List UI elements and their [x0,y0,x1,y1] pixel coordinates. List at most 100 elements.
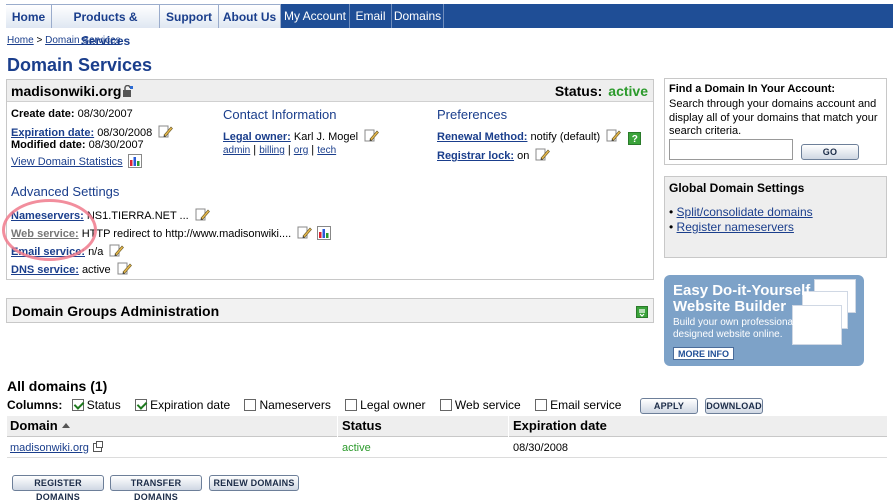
transfer-domains-button[interactable]: TRANSFER DOMAINS [110,475,202,502]
contact-admin-link[interactable]: admin [223,145,250,156]
table-row: madisonwiki.org active 08/30/2008 [7,438,887,458]
renew-domains-button[interactable]: RENEW DOMAINS [209,475,299,491]
columns-label: Columns: [7,398,63,412]
web-service-checkbox[interactable] [439,399,452,411]
promo-body-line2: designed website online. [673,329,783,340]
page-title: Domain Services [7,55,153,75]
sort-ascending-icon[interactable] [61,423,70,428]
register-domains-button[interactable]: REGISTER DOMAINS [12,475,104,502]
edit-icon[interactable] [297,225,313,240]
contact-tech-link[interactable]: tech [317,145,336,156]
expiration-date-link[interactable]: Expiration date: [11,127,94,139]
nav-tab-email[interactable]: Email [350,4,392,28]
email-service-link[interactable]: Email service: [11,246,85,258]
renewal-method-value: notify (default) [530,131,601,143]
status-checkbox[interactable] [71,399,84,411]
nav-tab-home[interactable]: Home [6,4,52,28]
domain-details-panel: madisonwiki.org Status: active Create dat… [6,79,654,280]
status-cell: active [342,442,371,454]
split-consolidate-link[interactable]: Split/consolidate domains [677,205,813,219]
find-domain-input[interactable] [669,139,793,160]
list-item: • Register nameservers [669,220,794,234]
bar-chart-icon[interactable] [127,154,142,168]
find-domain-title: Find a Domain In Your Account: [669,83,836,95]
find-domain-panel: Find a Domain In Your Account: Search th… [664,78,887,165]
domain-link[interactable]: madisonwiki.org [10,442,89,454]
nameservers-option-label: Nameservers [259,398,331,412]
edit-icon[interactable] [364,128,380,143]
promo-headline-line2: Website Builder [673,298,787,315]
nav-tab-domains[interactable]: Domains [392,4,444,28]
global-domain-settings-panel: Global Domain Settings • Split/consolida… [664,176,887,258]
list-item: • Split/consolidate domains [669,205,813,219]
domain-cell: madisonwiki.org [10,441,103,454]
legal-owner-checkbox[interactable] [345,399,358,411]
legal-owner-row: Legal owner: Karl J. Mogel [223,128,380,143]
modified-date-value: 08/30/2007 [88,139,144,151]
breadcrumb-separator: > [36,35,43,46]
legal-owner-value: Karl J. Mogel [293,131,359,143]
nav-tab-my-account[interactable]: My Account [281,4,350,28]
modified-date-label: Modified date: [11,139,86,151]
contact-links: admin | billing | org | tech [223,144,337,156]
nameservers-value: NS1.TIERRA.NET ... [86,210,189,222]
nameservers-row: Nameservers: NS1.TIERRA.NET ... [11,207,210,222]
help-icon[interactable]: ? [628,132,642,145]
modified-date-row: Modified date: 08/30/2007 [11,139,144,151]
nav-tab-about-us[interactable]: About Us [219,4,281,28]
website-builder-promo[interactable]: Easy Do-it-Yourself Website Builder Buil… [664,275,864,366]
global-settings-title: Global Domain Settings [669,181,805,195]
lock-icon [123,85,134,97]
view-stats-row: View Domain Statistics [11,154,142,168]
status-column-header[interactable]: Status [342,418,382,433]
contact-org-link[interactable]: org [294,145,308,156]
edit-icon[interactable] [606,128,622,143]
bar-chart-icon[interactable] [317,226,332,240]
expiration-date-checkbox[interactable] [135,399,148,411]
nameservers-checkbox[interactable] [244,399,257,411]
expiration-date-value: 08/30/2008 [97,127,153,139]
expiration-column-header[interactable]: Expiration date [513,418,607,433]
domain-column-header[interactable]: Domain [10,418,70,433]
edit-icon[interactable] [158,124,174,139]
edit-icon[interactable] [535,147,551,162]
edit-icon[interactable] [117,261,132,276]
apply-button[interactable]: APPLY [640,398,698,414]
breadcrumb-current-link[interactable]: Domain Services [45,35,121,46]
go-button[interactable]: GO [801,144,859,160]
advanced-settings-title: Advanced Settings [11,184,120,199]
renewal-method-row: Renewal Method: notify (default) ? [437,128,642,145]
web-service-link[interactable]: Web service: [11,228,79,240]
promo-body: Build your own professionally designed w… [673,317,803,341]
renewal-method-link[interactable]: Renewal Method: [437,131,527,143]
nav-tab-support[interactable]: Support [160,4,219,28]
legal-owner-link[interactable]: Legal owner: [223,131,291,143]
nav-tab-products-services[interactable]: Products & Services [52,4,160,48]
download-button[interactable]: DOWNLOAD [705,398,763,414]
breadcrumb: Home > Domain Services [7,35,121,46]
expand-icon[interactable] [636,306,648,318]
domain-groups-bar[interactable]: Domain Groups Administration [6,298,654,323]
more-info-button[interactable]: MORE INFO [673,347,734,360]
preferences-title: Preferences [437,107,508,122]
registrar-lock-link[interactable]: Registrar lock: [437,150,514,162]
domain-name: madisonwiki.org [11,83,122,99]
top-navigation: Home Products & Services Support About U… [6,4,893,48]
edit-icon[interactable] [109,243,125,258]
view-domain-statistics-link[interactable]: View Domain Statistics [11,156,123,168]
global-settings-list: • Split/consolidate domains • Register n… [669,205,813,235]
domain-panel-header: madisonwiki.org Status: active [7,80,653,102]
table-header: Domain Status Expiration date [7,416,887,437]
breadcrumb-home-link[interactable]: Home [7,35,34,46]
dns-service-value: active [81,264,111,276]
contact-billing-link[interactable]: billing [259,145,285,156]
external-link-icon[interactable] [92,441,103,452]
email-service-checkbox[interactable] [535,399,548,411]
register-nameservers-link[interactable]: Register nameservers [677,220,794,234]
edit-icon[interactable] [195,207,210,222]
nameservers-link[interactable]: Nameservers: [11,210,84,222]
status-option-label: Status [86,398,121,412]
promo-headline: Easy Do-it-Yourself Website Builder [673,283,810,315]
find-domain-description: Search through your domains account and … [669,98,878,137]
dns-service-link[interactable]: DNS service: [11,264,79,276]
